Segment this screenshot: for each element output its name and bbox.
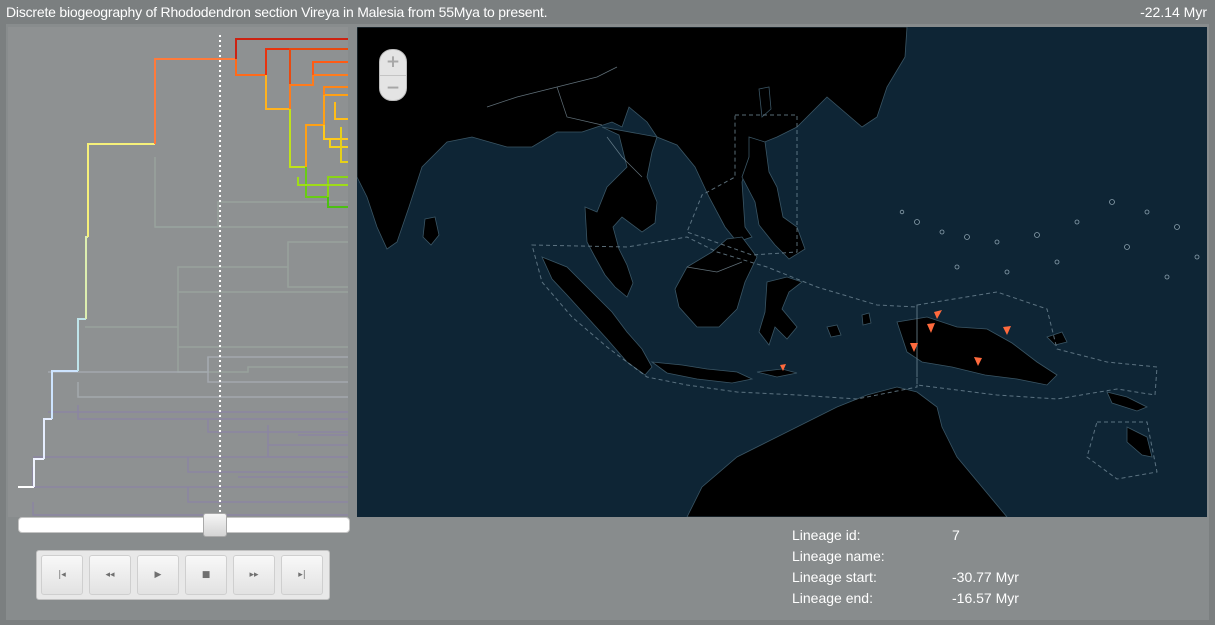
lineage-name-row: Lineage name: (792, 548, 1092, 569)
play-button[interactable]: ▶ (137, 555, 179, 595)
zoom-in-button[interactable]: + (380, 50, 406, 75)
current-time-readout: -22.14 Myr (1140, 4, 1207, 20)
lineage-id-value: 7 (952, 527, 960, 543)
skip-to-start-button[interactable]: |◂ (41, 555, 83, 595)
active-lineage-spine (18, 58, 236, 488)
map-panel[interactable]: + − (357, 27, 1207, 517)
lineage-start-row: Lineage start: -30.77 Myr (792, 569, 1092, 590)
future-branches-purple (32, 405, 348, 516)
rewind-button[interactable]: ◂◂ (89, 555, 131, 595)
lineage-start-value: -30.77 Myr (952, 569, 1019, 585)
lineage-end-label: Lineage end: (792, 590, 873, 606)
lineage-start-label: Lineage start: (792, 569, 877, 585)
zoom-control: + − (379, 49, 407, 101)
skip-to-end-button[interactable]: ▸| (281, 555, 323, 595)
phylogeny-tree (18, 35, 348, 517)
phylogeny-tree-panel[interactable] (8, 27, 348, 517)
playback-controls: |◂ ◂◂ ▶ ■ ▸▸ ▸| (36, 550, 330, 600)
lineage-end-row: Lineage end: -16.57 Myr (792, 590, 1092, 611)
colored-clade (235, 38, 348, 208)
lineage-id-label: Lineage id: (792, 527, 861, 543)
map (357, 27, 1200, 517)
landmasses (357, 27, 1153, 517)
lineage-info: Lineage id: 7 Lineage name: Lineage star… (792, 527, 1092, 611)
future-branches-mid (48, 356, 348, 398)
future-branches (85, 157, 348, 373)
stop-button[interactable]: ■ (185, 555, 227, 595)
lineage-marker (934, 310, 942, 319)
timeline-slider[interactable] (18, 513, 350, 537)
fast-forward-button[interactable]: ▸▸ (233, 555, 275, 595)
timeline-slider-handle[interactable] (203, 513, 227, 537)
page-title: Discrete biogeography of Rhododendron se… (6, 4, 548, 20)
lineage-end-value: -16.57 Myr (952, 590, 1019, 606)
lineage-marker (1003, 326, 1011, 335)
zoom-out-button[interactable]: − (380, 75, 406, 101)
lineage-id-row: Lineage id: 7 (792, 527, 1092, 548)
pacific-islands (899, 199, 1200, 280)
lineage-name-label: Lineage name: (792, 548, 885, 564)
